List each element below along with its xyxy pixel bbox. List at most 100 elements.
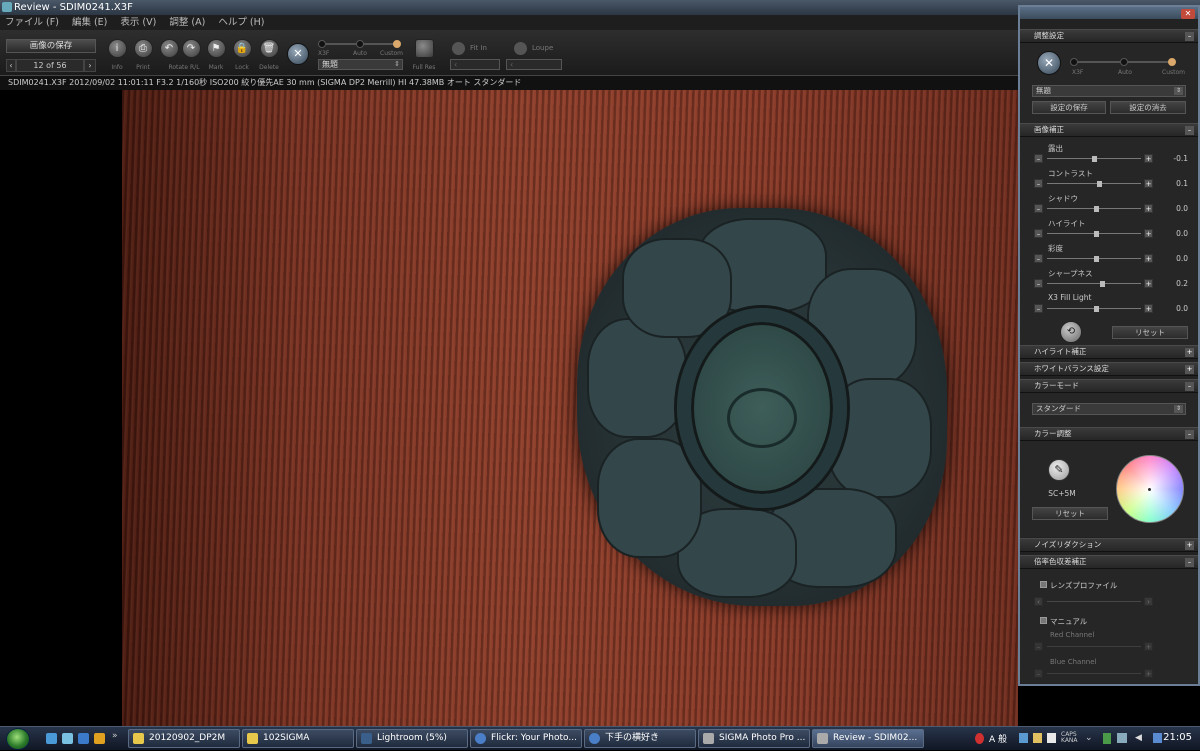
info-button[interactable]: i Info xyxy=(106,39,128,71)
rotate-right-button[interactable]: ↷ xyxy=(180,39,202,58)
panel-mode-slider[interactable] xyxy=(1070,58,1176,66)
rotate-left-button[interactable]: ↶ Rotate R/L xyxy=(158,39,200,71)
collapse-icon[interactable]: – xyxy=(1185,382,1194,391)
device-icon[interactable] xyxy=(1117,733,1127,743)
plus-icon[interactable]: + xyxy=(1144,204,1153,213)
monitor-icon[interactable] xyxy=(1153,733,1162,743)
section-white-balance[interactable]: ホワイトバランス設定 + xyxy=(1020,362,1198,376)
minus-icon[interactable]: – xyxy=(1034,179,1043,188)
loupe-icon[interactable] xyxy=(514,42,527,55)
menu-file[interactable]: ファイル (F) xyxy=(0,15,64,30)
ime-help-icon[interactable] xyxy=(1047,733,1056,743)
preset-select[interactable]: 無題 ⇕ xyxy=(1032,85,1186,97)
collapse-icon[interactable]: – xyxy=(1185,126,1194,135)
minus-icon[interactable]: – xyxy=(1034,304,1043,313)
section-highlight[interactable]: ハイライト補正 + xyxy=(1020,345,1198,359)
slider-track[interactable] xyxy=(1047,206,1141,212)
delete-button[interactable]: 🗑 Delete xyxy=(258,39,280,71)
start-button[interactable] xyxy=(6,728,30,750)
section-image-adjust[interactable]: 画像補正 – xyxy=(1020,123,1198,137)
menu-adjust[interactable]: 調整 (A) xyxy=(164,15,210,30)
color-wheel[interactable] xyxy=(1116,455,1184,523)
minus-icon[interactable]: – xyxy=(1034,204,1043,213)
fit-in-select[interactable]: ‹ xyxy=(450,59,500,70)
menu-view[interactable]: 表示 (V) xyxy=(115,15,161,30)
reset-image-button[interactable]: リセット xyxy=(1112,326,1188,339)
task-blog[interactable]: 下手の横好き xyxy=(584,729,696,748)
slider-thumb[interactable] xyxy=(1093,206,1099,212)
ime-indicator[interactable]: A 般 xyxy=(989,732,1007,745)
loupe-select[interactable]: ‹ xyxy=(506,59,562,70)
plus-icon[interactable]: › xyxy=(1144,597,1153,606)
slider-track[interactable] xyxy=(1047,646,1141,647)
save-image-button[interactable]: 画像の保存 xyxy=(6,39,96,53)
expand-icon[interactable]: + xyxy=(1185,541,1194,550)
quicklaunch-overflow-icon[interactable]: » xyxy=(112,731,118,741)
highlight-slider[interactable]: – + 0.0 xyxy=(1034,229,1198,239)
section-adjust-settings[interactable]: 調整設定 – xyxy=(1020,29,1198,43)
plus-icon[interactable]: + xyxy=(1144,154,1153,163)
media-player-icon[interactable] xyxy=(94,733,105,744)
slider-thumb[interactable] xyxy=(1099,281,1105,287)
task-folder-20120902[interactable]: 20120902_DP2M xyxy=(128,729,240,748)
preset-select[interactable]: 無題 ⇕ xyxy=(318,59,403,70)
mark-button[interactable]: ⚑ Mark xyxy=(205,39,227,71)
minus-icon[interactable]: ‹ xyxy=(1034,597,1043,606)
fit-in-icon[interactable] xyxy=(452,42,465,55)
clear-settings-button[interactable]: 設定の消去 xyxy=(1110,101,1186,114)
clock[interactable]: 21:05 xyxy=(1163,732,1192,743)
section-color-mode[interactable]: カラーモード – xyxy=(1020,379,1198,393)
fill-light-slider[interactable]: – + 0.0 xyxy=(1034,304,1198,314)
auto-adjust-icon[interactable]: ⟲ xyxy=(1060,321,1082,343)
lock-button[interactable]: 🔒 Lock xyxy=(231,39,253,71)
slider-track[interactable] xyxy=(1047,281,1141,287)
minus-icon[interactable]: – xyxy=(1034,154,1043,163)
switch-windows-icon[interactable] xyxy=(78,733,89,744)
eyedropper-icon[interactable]: ✎ xyxy=(1048,459,1070,481)
task-sigma-photo-pro[interactable]: SIGMA Photo Pro ... xyxy=(698,729,810,748)
x3f-mode-icon[interactable]: ✕ xyxy=(287,43,309,65)
slider-track[interactable] xyxy=(1047,601,1141,602)
ime-tool-icon[interactable] xyxy=(1019,733,1028,743)
minus-icon[interactable]: – xyxy=(1034,669,1043,678)
slider-thumb[interactable] xyxy=(1093,256,1099,262)
plus-icon[interactable]: + xyxy=(1144,642,1153,651)
minus-icon[interactable]: – xyxy=(1034,642,1043,651)
minus-icon[interactable]: – xyxy=(1034,229,1043,238)
shadow-slider[interactable]: – + 0.0 xyxy=(1034,204,1198,214)
x3f-mode-icon[interactable]: ✕ xyxy=(1037,51,1061,75)
ie-icon[interactable] xyxy=(46,733,57,744)
section-chromatic-aberration[interactable]: 倍率色収差補正 – xyxy=(1020,555,1198,569)
task-flickr[interactable]: Flickr: Your Photo... xyxy=(470,729,582,748)
section-noise-reduction[interactable]: ノイズリダクション + xyxy=(1020,538,1198,552)
toolbar-mode-slider[interactable] xyxy=(318,40,401,48)
collapse-icon[interactable]: – xyxy=(1185,430,1194,439)
section-color-adjust[interactable]: カラー調整 – xyxy=(1020,427,1198,441)
reset-color-button[interactable]: リセット xyxy=(1032,507,1108,520)
task-folder-102sigma[interactable]: 102SIGMA xyxy=(242,729,354,748)
exposure-slider[interactable]: – + -0.1 xyxy=(1034,154,1198,164)
plus-icon[interactable]: + xyxy=(1144,669,1153,678)
menu-help[interactable]: ヘルプ (H) xyxy=(213,15,269,30)
expand-icon[interactable]: + xyxy=(1185,365,1194,374)
plus-icon[interactable]: + xyxy=(1144,279,1153,288)
slider-track[interactable] xyxy=(1047,156,1141,162)
alert-icon[interactable] xyxy=(975,733,984,744)
saturation-slider[interactable]: – + 0.0 xyxy=(1034,254,1198,264)
next-image-button[interactable]: › xyxy=(84,59,96,72)
slider-thumb[interactable] xyxy=(1093,231,1099,237)
sharpness-slider[interactable]: – + 0.2 xyxy=(1034,279,1198,289)
volume-icon[interactable]: ◀ xyxy=(1135,733,1145,743)
prev-image-button[interactable]: ‹ xyxy=(6,59,16,72)
color-mode-select[interactable]: スタンダード ⇕ xyxy=(1032,403,1186,415)
plus-icon[interactable]: + xyxy=(1144,229,1153,238)
image-viewer[interactable] xyxy=(0,90,1018,726)
contrast-slider[interactable]: – + 0.1 xyxy=(1034,179,1198,189)
minus-icon[interactable]: – xyxy=(1034,279,1043,288)
slider-track[interactable] xyxy=(1047,673,1141,674)
plus-icon[interactable]: + xyxy=(1144,179,1153,188)
minus-icon[interactable]: – xyxy=(1034,254,1043,263)
manual-checkbox[interactable] xyxy=(1040,617,1047,624)
menu-edit[interactable]: 編集 (E) xyxy=(67,15,112,30)
slider-track[interactable] xyxy=(1047,256,1141,262)
